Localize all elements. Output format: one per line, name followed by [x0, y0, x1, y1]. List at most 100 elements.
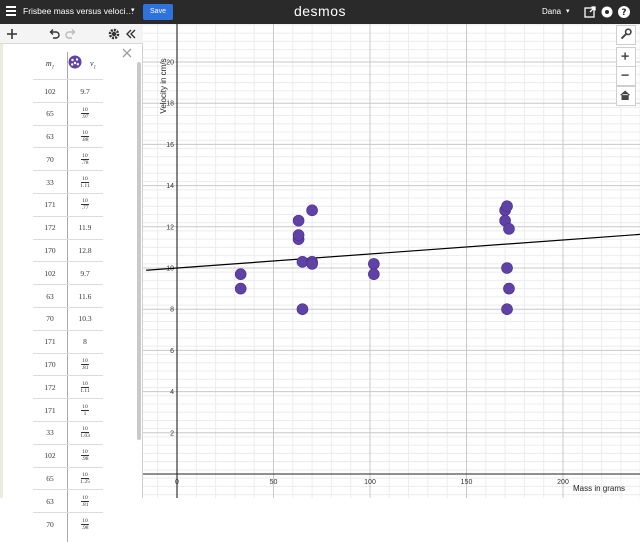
cell-v[interactable]: 10 1.11	[68, 376, 102, 398]
data-point[interactable]	[503, 282, 515, 295]
graph-paper[interactable]: 0501001502002468101214161820Mass in gram…	[143, 24, 640, 498]
title-dropdown-icon[interactable]: ▾	[131, 6, 135, 14]
cell-v[interactable]: 10.97	[68, 103, 102, 125]
cell-m[interactable]: 70	[33, 513, 67, 535]
cell-v[interactable]: 10.78	[68, 148, 102, 170]
fraction-numerator: 10	[81, 130, 89, 138]
fraction-numerator: 10	[81, 472, 89, 480]
cell-m[interactable]: 63	[33, 126, 67, 148]
scrollbar[interactable]	[137, 62, 141, 440]
zoom-in-button[interactable]	[616, 47, 636, 67]
settings-icon[interactable]	[600, 5, 614, 19]
cell-v[interactable]: 10 1.03	[68, 422, 102, 444]
x-axis-label: Mass in grams	[573, 484, 625, 493]
cell-v[interactable]: 9.7	[68, 80, 102, 102]
data-point[interactable]	[306, 204, 318, 217]
cell-m[interactable]: 172	[33, 217, 67, 239]
cell-v[interactable]: 8	[68, 331, 102, 353]
cell-m[interactable]: 33	[33, 171, 67, 193]
zoom-out-button[interactable]	[616, 66, 636, 86]
data-point[interactable]	[292, 214, 305, 227]
data-point[interactable]	[501, 200, 513, 212]
fraction: 10 1.11	[80, 381, 89, 394]
user-dropdown-icon[interactable]: ▾	[566, 7, 570, 15]
cell-v[interactable]: 10 1.11	[68, 171, 102, 193]
cell-m[interactable]: 63	[33, 285, 67, 307]
table-header: m1 v1	[33, 52, 103, 79]
cell-v[interactable]: 11.9	[68, 217, 102, 239]
x-tick-label: 150	[461, 479, 473, 486]
gear-icon[interactable]	[107, 27, 121, 41]
help-icon[interactable]: ?	[617, 5, 631, 19]
data-point[interactable]	[234, 268, 247, 280]
graph-title[interactable]: Frisbee mass versus veloci…	[23, 6, 134, 16]
data-point[interactable]	[501, 262, 513, 274]
cell-m[interactable]: 70	[33, 148, 67, 170]
table-row: 63 10.81	[33, 489, 103, 512]
undo-icon[interactable]	[47, 27, 61, 41]
data-point[interactable]	[292, 229, 305, 241]
table-row: 172 10 1.11	[33, 375, 103, 398]
cell-m[interactable]: 33	[33, 422, 67, 444]
fraction: 10 1.11	[80, 176, 89, 189]
fraction-denominator: .77	[81, 205, 89, 212]
column-header-m[interactable]: m1	[33, 59, 67, 71]
menu-icon[interactable]	[6, 6, 16, 18]
collapse-list-icon[interactable]	[124, 27, 138, 41]
cell-v[interactable]: 10.81	[68, 354, 102, 376]
save-button[interactable]: Save	[143, 4, 173, 20]
data-point[interactable]	[501, 303, 513, 316]
data-point[interactable]	[503, 223, 515, 235]
fraction: 10.88	[81, 130, 89, 143]
fraction-denominator: .78	[81, 159, 89, 166]
table-row: 102 9.7	[33, 261, 103, 284]
fraction: 10.98	[81, 518, 89, 531]
y-tick-label: 16	[166, 142, 174, 149]
data-point[interactable]	[368, 268, 380, 280]
table-row: 33 10 1.11	[33, 170, 103, 193]
cell-v[interactable]: 9.7	[68, 262, 102, 284]
cell-m[interactable]: 170	[33, 354, 67, 376]
default-view-button[interactable]	[616, 86, 636, 106]
cell-m[interactable]: 171	[33, 194, 67, 216]
cell-v[interactable]: 10.77	[68, 194, 102, 216]
cell-v[interactable]: 10.3	[68, 308, 102, 330]
cell-m[interactable]: 63	[33, 490, 67, 512]
data-point[interactable]	[306, 258, 318, 270]
share-icon[interactable]	[583, 5, 597, 19]
redo-icon[interactable]	[64, 27, 78, 41]
data-point[interactable]	[296, 303, 309, 316]
table-row: 65 10.97	[33, 101, 103, 125]
minus-icon	[621, 74, 629, 76]
cell-v[interactable]: 10 1	[68, 399, 102, 421]
cell-v[interactable]: 10.81	[68, 490, 102, 512]
cell-m[interactable]: 65	[33, 468, 67, 490]
column-header-v[interactable]: v1	[69, 59, 103, 71]
add-icon[interactable]	[5, 27, 19, 41]
fraction-denominator: .81	[81, 365, 89, 372]
cell-m[interactable]: 102	[33, 262, 67, 284]
cell-v[interactable]: 11.6	[68, 285, 102, 307]
cell-v[interactable]: 12.8	[68, 240, 102, 262]
table-row: 70 10.3	[33, 306, 103, 330]
cell-m[interactable]: 170	[33, 240, 67, 262]
cell-m[interactable]: 172	[33, 376, 67, 398]
cell-v[interactable]: 10.88	[68, 126, 102, 148]
y-tick-label: 2	[170, 430, 174, 437]
cell-v[interactable]: 10.98	[68, 445, 102, 467]
close-icon[interactable]	[122, 48, 132, 58]
cell-m[interactable]: 102	[33, 80, 67, 102]
cell-v[interactable]: 10.98	[68, 513, 102, 535]
graph-settings-button[interactable]	[616, 25, 636, 45]
cell-m[interactable]: 171	[33, 331, 67, 353]
data-point[interactable]	[368, 258, 380, 270]
cell-m[interactable]: 65	[33, 103, 67, 125]
cell-m[interactable]: 70	[33, 308, 67, 330]
user-name[interactable]: Dana	[542, 7, 561, 16]
cell-v[interactable]: 10 1.25	[68, 468, 102, 490]
cell-m[interactable]: 102	[33, 445, 67, 467]
cell-m[interactable]: 171	[33, 399, 67, 421]
fraction-denominator: 1.03	[80, 433, 90, 440]
fraction-denominator: .88	[81, 137, 89, 144]
data-point[interactable]	[234, 282, 247, 295]
